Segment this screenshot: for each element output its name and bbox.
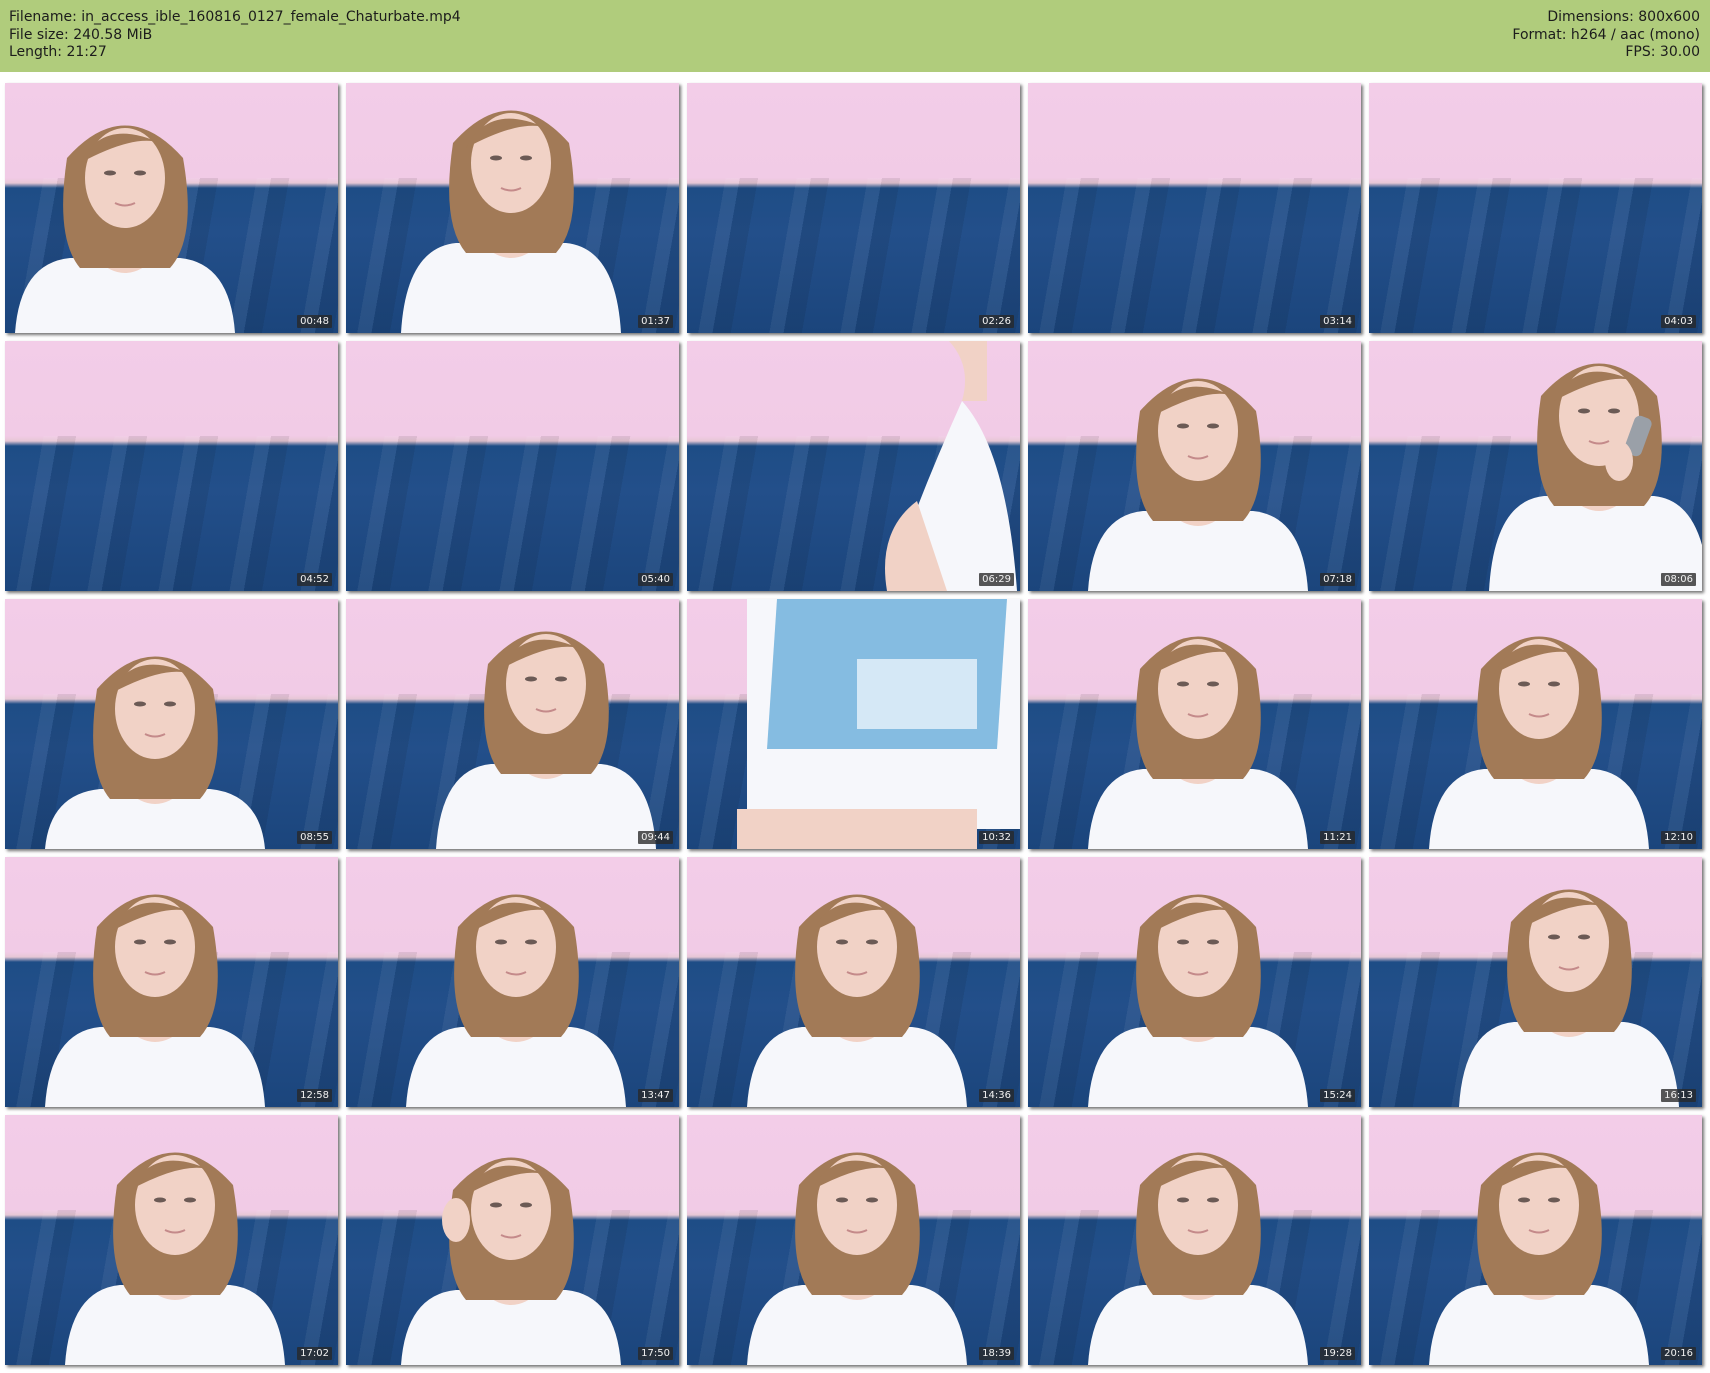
timestamp-label: 06:29	[979, 573, 1014, 586]
thumbnail-subject	[1028, 83, 1361, 333]
timestamp-label: 08:06	[1661, 573, 1696, 586]
timestamp-label: 00:48	[297, 315, 332, 328]
thumbnail-subject	[885, 341, 1017, 591]
video-thumbnail: 10:32	[687, 599, 1020, 849]
thumbnail-subject	[436, 631, 656, 849]
thumbnail-subject	[1369, 83, 1702, 333]
video-thumbnail: 08:55	[5, 599, 338, 849]
timestamp-label: 11:21	[1320, 831, 1355, 844]
video-thumbnail: 04:03	[1369, 83, 1702, 333]
timestamp-label: 13:47	[638, 1089, 673, 1102]
timestamp-label: 17:50	[638, 1347, 673, 1360]
video-thumbnail: 01:37	[346, 83, 679, 333]
timestamp-label: 04:03	[1661, 315, 1696, 328]
timestamp-label: 16:13	[1661, 1089, 1696, 1102]
timestamp-label: 10:32	[979, 831, 1014, 844]
video-thumbnail: 16:13	[1369, 857, 1702, 1107]
video-thumbnail: 09:44	[346, 599, 679, 849]
timestamp-label: 12:58	[297, 1089, 332, 1102]
thumbnail-subject	[747, 894, 967, 1107]
video-thumbnail: 04:52	[5, 341, 338, 591]
thumbnail-subject	[1088, 894, 1308, 1107]
video-thumbnail: 03:14	[1028, 83, 1361, 333]
filename-label: Filename: in_access_ible_160816_0127_fem…	[9, 9, 461, 25]
thumbnail-subject	[1459, 889, 1679, 1107]
video-thumbnail: 06:29	[687, 341, 1020, 591]
thumbnail-grid: 00:48 01:37 02:26 03:14 04:03 04:52 05:40 06:29…	[5, 83, 1702, 1365]
thumbnail-subject	[1429, 1152, 1649, 1365]
thumbnail-subject	[1088, 1152, 1308, 1365]
thumbnail-subject	[1088, 378, 1308, 591]
thumbnail-subject	[687, 83, 1020, 333]
format-label: Format: h264 / aac (mono)	[1512, 26, 1700, 43]
thumbnail-subject	[15, 125, 235, 333]
video-thumbnail: 15:24	[1028, 857, 1361, 1107]
video-thumbnail: 07:18	[1028, 341, 1361, 591]
video-thumbnail: 14:36	[687, 857, 1020, 1107]
timestamp-label: 01:37	[638, 315, 673, 328]
length-label: Length: 21:27	[9, 44, 107, 60]
thumbnail-subject	[1429, 636, 1649, 849]
thumbnail-subject	[45, 894, 265, 1107]
video-thumbnail: 13:47	[346, 857, 679, 1107]
video-thumbnail: 11:21	[1028, 599, 1361, 849]
timestamp-label: 05:40	[638, 573, 673, 586]
thumbnail-subject	[5, 341, 338, 591]
timestamp-label: 07:18	[1320, 573, 1355, 586]
thumbnail-subject	[346, 341, 679, 591]
fps-label: FPS: 30.00	[1625, 44, 1700, 60]
timestamp-label: 08:55	[297, 831, 332, 844]
thumbnail-subject	[65, 1152, 285, 1365]
thumbnail-subject	[45, 656, 265, 849]
timestamp-label: 15:24	[1320, 1089, 1355, 1102]
video-thumbnail: 17:02	[5, 1115, 338, 1365]
thumbnail-subject	[1489, 363, 1702, 591]
timestamp-label: 02:26	[979, 315, 1014, 328]
filesize-label: File size: 240.58 MiB	[9, 26, 153, 43]
file-info: Filename: in_access_ible_160816_0127_fem…	[9, 9, 461, 62]
thumbnail-subject	[747, 1152, 967, 1365]
thumbnail-subject	[401, 1157, 621, 1365]
dimensions-label: Dimensions: 800x600	[1547, 9, 1700, 25]
thumbnail-subject	[1088, 636, 1308, 849]
timestamp-label: 20:16	[1661, 1347, 1696, 1360]
timestamp-label: 12:10	[1661, 831, 1696, 844]
timestamp-label: 17:02	[297, 1347, 332, 1360]
timestamp-label: 03:14	[1320, 315, 1355, 328]
timestamp-label: 04:52	[297, 573, 332, 586]
timestamp-label: 14:36	[979, 1089, 1014, 1102]
video-thumbnail: 12:58	[5, 857, 338, 1107]
video-thumbnail: 00:48	[5, 83, 338, 333]
thumbnail-subject	[406, 894, 626, 1107]
video-thumbnail: 17:50	[346, 1115, 679, 1365]
video-thumbnail: 12:10	[1369, 599, 1702, 849]
video-thumbnail: 02:26	[687, 83, 1020, 333]
video-thumbnail: 19:28	[1028, 1115, 1361, 1365]
thumbnail-subject	[737, 599, 1020, 849]
stream-info: Dimensions: 800x600 Format: h264 / aac (…	[1512, 9, 1700, 62]
thumbnail-subject	[401, 110, 621, 333]
video-thumbnail: 08:06	[1369, 341, 1702, 591]
timestamp-label: 09:44	[638, 831, 673, 844]
video-thumbnail: 18:39	[687, 1115, 1020, 1365]
timestamp-label: 19:28	[1320, 1347, 1355, 1360]
video-thumbnail: 20:16	[1369, 1115, 1702, 1365]
info-header: Filename: in_access_ible_160816_0127_fem…	[0, 0, 1710, 72]
video-thumbnail: 05:40	[346, 341, 679, 591]
timestamp-label: 18:39	[979, 1347, 1014, 1360]
